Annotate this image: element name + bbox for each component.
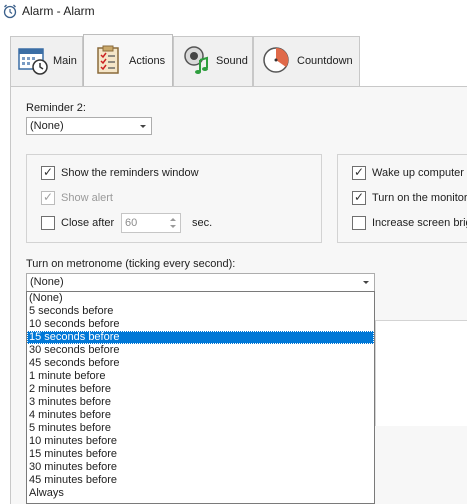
tab-main-label: Main [53,55,77,67]
turn-on-monitor-checkbox[interactable]: ✓ [352,190,366,205]
wake-up-label: Wake up computer t [372,167,467,179]
speaker-note-icon [184,46,208,74]
tab-strip: Main Actions Sound Countdown [0,24,467,87]
dropdown-option[interactable]: 10 minutes before [27,435,374,448]
close-after-value: 60 [125,217,138,229]
check-icon: ✓ [43,190,54,204]
dropdown-option[interactable]: 2 minutes before [27,383,374,396]
metronome-combo[interactable]: (None) [26,273,375,292]
wake-up-checkbox[interactable]: ✓ [352,165,366,180]
check-icon: ✓ [354,165,365,179]
dropdown-option[interactable]: 10 seconds before [27,318,374,331]
dropdown-option[interactable]: 30 minutes before [27,461,374,474]
dropdown-option[interactable]: 45 minutes before [27,474,374,487]
countdown-icon [263,47,289,73]
title-bar: Alarm - Alarm [0,0,467,24]
check-icon: ✓ [354,190,365,204]
dropdown-option-highlighted[interactable]: 15 seconds before [27,331,374,344]
tab-actions[interactable]: Actions [83,34,173,87]
dropdown-option[interactable]: 30 seconds before [27,344,374,357]
dropdown-option[interactable]: 45 seconds before [27,357,374,370]
chevron-down-icon [140,125,146,128]
tab-sound[interactable]: Sound [173,36,253,86]
show-window-label: Show the reminders window [61,167,199,179]
metronome-value: (None) [30,276,64,288]
dropdown-option[interactable]: Always [27,487,374,500]
turn-on-monitor-label: Turn on the monitor [372,192,467,204]
metronome-dropdown-list[interactable]: (None) 5 seconds before 10 seconds befor… [26,291,375,504]
spin-down-icon[interactable] [170,225,176,228]
dropdown-option[interactable]: (None) [27,292,374,305]
dropdown-option[interactable]: 5 minutes before [27,422,374,435]
tab-actions-label: Actions [129,55,166,67]
close-after-unit: sec. [192,217,213,229]
chevron-down-icon [363,281,369,284]
check-icon: ✓ [43,165,54,179]
tab-countdown-label: Countdown [297,55,353,67]
increase-brightness-label: Increase screen brig [372,217,467,229]
dropdown-option[interactable]: 3 minutes before [27,396,374,409]
show-window-checkbox[interactable]: ✓ [41,165,55,180]
dropdown-option[interactable]: 5 seconds before [27,305,374,318]
calendar-clock-icon [18,48,48,75]
tab-countdown[interactable]: Countdown [253,36,360,86]
dropdown-option[interactable]: 4 minutes before [27,409,374,422]
close-after-label: Close after [61,217,115,229]
dropdown-option[interactable]: 1 minute before [27,370,374,383]
show-alert-label: Show alert [61,192,113,204]
metronome-label: Turn on metronome (ticking every second)… [26,258,236,270]
reminder-label: Reminder 2: [26,102,86,114]
alarm-clock-icon [3,4,17,19]
tab-main[interactable]: Main [10,36,83,86]
increase-brightness-checkbox[interactable] [352,216,366,230]
dropdown-option[interactable]: 15 minutes before [27,448,374,461]
reminder-value: (None) [30,120,64,132]
reminder-combo[interactable]: (None) [26,117,152,135]
background-area [375,320,467,426]
checklist-icon [97,45,119,74]
spin-up-icon[interactable] [170,218,176,221]
show-alert-checkbox[interactable]: ✓ [41,190,55,205]
window-title: Alarm - Alarm [22,4,95,18]
close-after-checkbox[interactable] [41,216,55,230]
close-after-stepper[interactable]: 60 [121,213,181,233]
tab-sound-label: Sound [216,55,248,67]
